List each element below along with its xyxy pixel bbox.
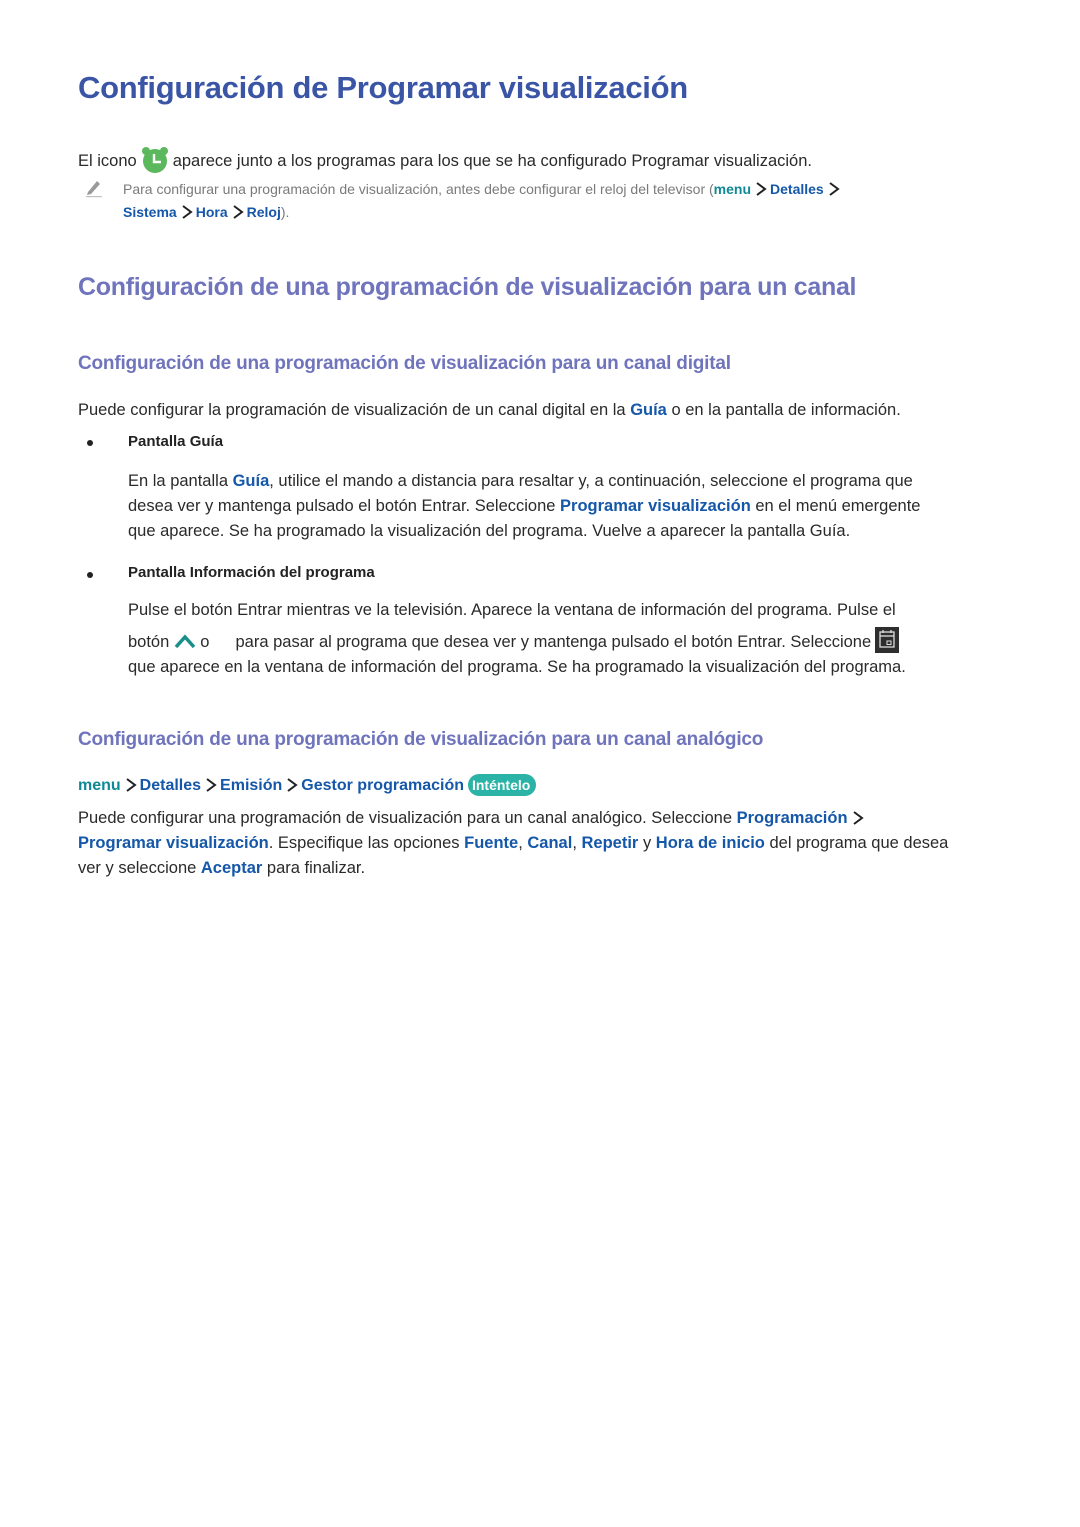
bullet-dot — [87, 440, 93, 446]
text: . Especifique las opciones — [268, 834, 465, 852]
chevron-right-icon — [756, 182, 767, 196]
link-programacion[interactable]: Programación — [737, 809, 848, 827]
bullet-title-info: Pantalla Información del programa — [128, 564, 375, 581]
chevron-right-icon — [829, 182, 840, 196]
note-path-menu[interactable]: menu — [714, 181, 751, 197]
bullet-line: Pulse el botón Entrar mientras ve la tel… — [128, 601, 896, 619]
bullet-line: botón o para pasar al programa que desea v… — [128, 627, 998, 655]
link-programar-visualizacion[interactable]: Programar visualización — [560, 497, 751, 515]
text: en el menú emergente — [750, 497, 921, 515]
bullet-line: que aparece en la ventana de información… — [128, 658, 906, 676]
bullet-line: desea ver y mantenga pulsado el botón En… — [128, 494, 998, 519]
bullet-title-guia: Pantalla Guía — [128, 433, 224, 450]
note-text: Para configurar una programación de visu… — [123, 181, 714, 197]
pencil-icon — [84, 178, 104, 203]
breadcrumb-detalles[interactable]: Detalles — [140, 777, 201, 794]
breadcrumb-emision[interactable]: Emisión — [220, 777, 282, 794]
link-guia[interactable]: Guía — [233, 472, 270, 490]
text: para finalizar. — [262, 859, 366, 877]
text: ver y seleccione — [78, 859, 201, 877]
text: , — [572, 834, 582, 852]
text: En la pantalla — [128, 472, 233, 490]
chevron-right-icon — [126, 778, 137, 792]
note-end: ). — [280, 204, 290, 220]
link-repetir[interactable]: Repetir — [582, 834, 639, 852]
analog-heading: Configuración de una programación de vis… — [78, 729, 764, 750]
digital-intro-text: Puede configurar la programación de visu… — [78, 401, 631, 419]
text: botón — [128, 633, 170, 651]
digital-intro: Puede configurar la programación de visu… — [78, 398, 901, 423]
chevron-right-icon — [287, 778, 298, 792]
breadcrumb-gestor-programacion[interactable]: Gestor programación — [301, 777, 464, 794]
link-programar-visualizacion[interactable]: Programar visualización — [78, 834, 269, 852]
calendar-icon — [875, 627, 900, 653]
chevron-right-icon — [206, 778, 217, 792]
analog-paragraph: Puede configurar una programación de vis… — [78, 806, 1008, 881]
text: , — [518, 834, 528, 852]
text: y — [638, 834, 656, 852]
bullet-dot — [87, 572, 93, 578]
try-it-button[interactable]: Inténtelo — [467, 774, 537, 796]
chevron-right-icon — [182, 205, 193, 219]
text: Puede configurar una programación de vis… — [78, 809, 737, 827]
intro-text-after: aparece junto a los programas para los q… — [172, 152, 812, 170]
chevron-right-icon — [233, 205, 244, 219]
bullet-body-info: Pulse el botón Entrar mientras ve la tel… — [128, 598, 998, 680]
text: del programa que desea — [764, 834, 949, 852]
intro-paragraph: El icono aparece junto a los programas pa… — [78, 146, 812, 174]
digital-heading: Configuración de una programación de vis… — [78, 353, 731, 374]
link-canal[interactable]: Canal — [527, 834, 572, 852]
link-hora-de-inicio[interactable]: Hora de inicio — [656, 834, 765, 852]
chevron-up-icon — [173, 632, 197, 650]
chevron-right-icon — [852, 811, 864, 825]
breadcrumb: menu Detalles Emisión Gestor programación In… — [78, 773, 537, 798]
note-path-detalles[interactable]: Detalles — [770, 181, 824, 197]
breadcrumb-menu[interactable]: menu — [78, 777, 121, 794]
bullet-line: que aparece. Se ha programado la visuali… — [128, 522, 851, 540]
bullet-line: En la pantalla Guía, utilice el mando a … — [128, 469, 998, 494]
note-path-hora[interactable]: Hora — [196, 204, 228, 220]
section-heading: Configuración de una programación de vis… — [78, 273, 857, 301]
note: Para configurar una programación de visu… — [123, 178, 983, 224]
link-fuente[interactable]: Fuente — [464, 834, 518, 852]
alarm-clock-icon — [141, 146, 169, 174]
paragraph-line: Programar visualización. Especifique las… — [78, 831, 1008, 856]
bullet-body-guia: En la pantalla Guía, utilice el mando a … — [128, 469, 998, 544]
text: desea ver y mantenga pulsado el botón En… — [128, 497, 561, 515]
text: o — [200, 633, 210, 651]
intro-text-before: El icono — [78, 152, 137, 170]
link-aceptar[interactable]: Aceptar — [201, 859, 262, 877]
link-guia[interactable]: Guía — [630, 401, 667, 419]
text: para pasar al programa que desea ver y m… — [235, 633, 872, 651]
paragraph-line: ver y seleccione Aceptar para finalizar. — [78, 856, 1008, 881]
page-title: Configuración de Programar visualización — [78, 70, 688, 105]
paragraph-line: Puede configurar una programación de vis… — [78, 806, 1008, 831]
note-path-sistema[interactable]: Sistema — [123, 204, 177, 220]
note-path-reloj[interactable]: Reloj — [247, 204, 281, 220]
digital-intro-text-end: o en la pantalla de información. — [666, 401, 901, 419]
text: , utilice el mando a distancia para resa… — [269, 472, 913, 490]
